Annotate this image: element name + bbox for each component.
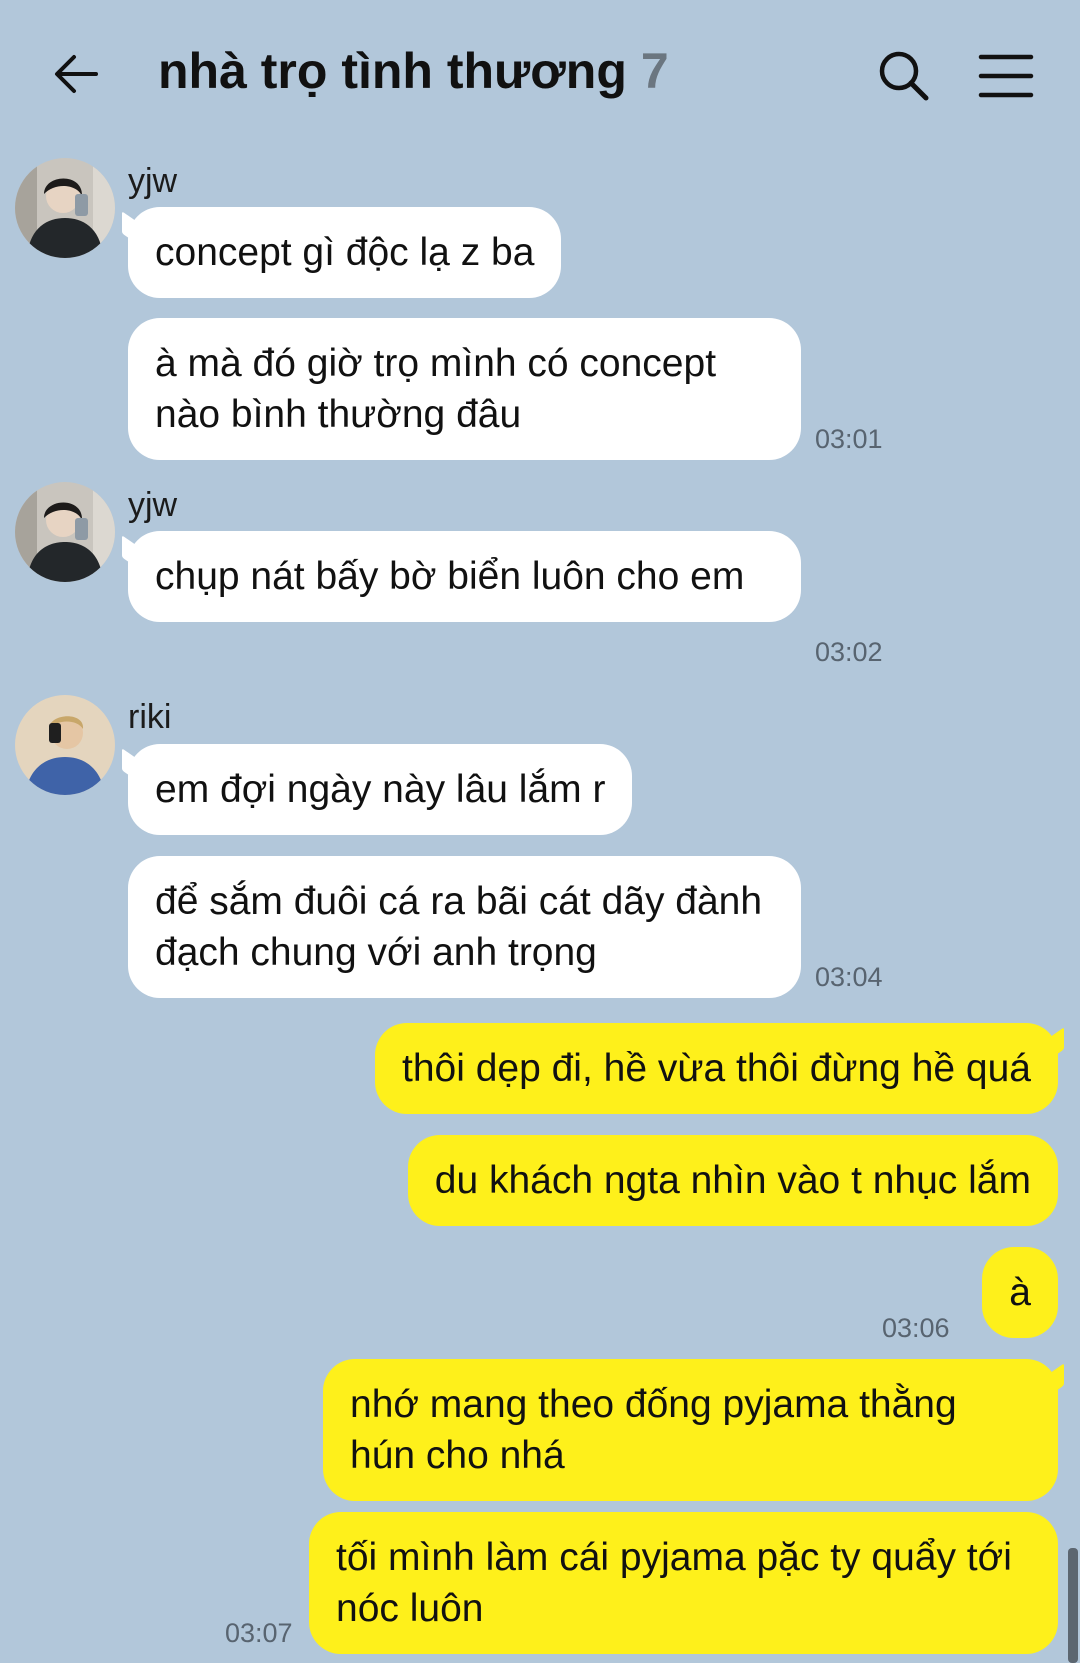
sender-name: yjw	[128, 486, 178, 524]
message-bubble[interactable]: à mà đó giờ trọ mình có concept nào bình…	[128, 318, 801, 460]
sender-name: yjw	[128, 162, 178, 200]
avatar-yjw[interactable]	[15, 158, 115, 258]
my-message-bubble[interactable]: nhớ mang theo đống pyjama thằng hún cho …	[323, 1359, 1058, 1501]
my-message-bubble[interactable]: du khách ngta nhìn vào t nhục lắm	[407, 1135, 1058, 1226]
search-button[interactable]	[876, 48, 932, 104]
message-text: để sắm đuôi cá ra bãi cát dãy đành đạch …	[155, 880, 763, 974]
chat-title-text: nhà trọ tình thương	[158, 43, 627, 99]
message-text: concept gì độc lạ z ba	[155, 231, 535, 274]
avatar-yjw[interactable]	[15, 482, 115, 582]
message-text: chụp nát bấy bờ biển luôn cho em	[155, 555, 745, 598]
chat-title: nhà trọ tình thương 7	[158, 42, 669, 100]
message-text: tối mình làm cái pyjama pặc ty quẩy tới …	[336, 1536, 1012, 1630]
profile-photo-icon	[15, 158, 115, 258]
message-text: du khách ngta nhìn vào t nhục lắm	[434, 1159, 1031, 1202]
message-time: 03:06	[882, 1313, 950, 1343]
member-count: 7	[640, 43, 669, 99]
message-text: em đợi ngày này lâu lắm r	[155, 768, 606, 811]
search-icon	[879, 51, 929, 101]
message-time: 03:04	[815, 962, 883, 992]
chat-header: nhà trọ tình thương 7	[0, 0, 1080, 150]
sender-name: riki	[128, 698, 172, 736]
my-message-bubble[interactable]: tối mình làm cái pyjama pặc ty quẩy tới …	[309, 1512, 1058, 1654]
profile-photo-icon	[15, 482, 115, 582]
message-time: 03:07	[225, 1618, 293, 1648]
hamburger-menu-icon	[978, 54, 1034, 98]
message-time: 03:01	[815, 424, 883, 454]
my-message-bubble[interactable]: thôi dẹp đi, hề vừa thôi đừng hề quá	[374, 1023, 1058, 1114]
scrollbar[interactable]	[1068, 1548, 1078, 1663]
menu-button[interactable]	[978, 52, 1034, 100]
message-text: thôi dẹp đi, hề vừa thôi đừng hề quá	[401, 1047, 1031, 1090]
arrow-left-icon	[55, 55, 98, 93]
back-button[interactable]	[50, 48, 102, 100]
message-text: à mà đó giờ trọ mình có concept nào bình…	[155, 342, 717, 436]
message-bubble[interactable]: concept gì độc lạ z ba	[128, 207, 562, 298]
message-bubble[interactable]: chụp nát bấy bờ biển luôn cho em	[128, 531, 801, 622]
message-text: nhớ mang theo đống pyjama thằng hún cho …	[350, 1383, 957, 1477]
my-message-bubble[interactable]: à	[982, 1247, 1058, 1338]
message-text: à	[1009, 1271, 1031, 1314]
avatar-riki[interactable]	[15, 695, 115, 795]
message-time: 03:02	[815, 637, 883, 667]
message-bubble[interactable]: em đợi ngày này lâu lắm r	[128, 744, 633, 835]
message-bubble[interactable]: để sắm đuôi cá ra bãi cát dãy đành đạch …	[128, 856, 801, 998]
profile-photo-icon	[15, 695, 115, 795]
